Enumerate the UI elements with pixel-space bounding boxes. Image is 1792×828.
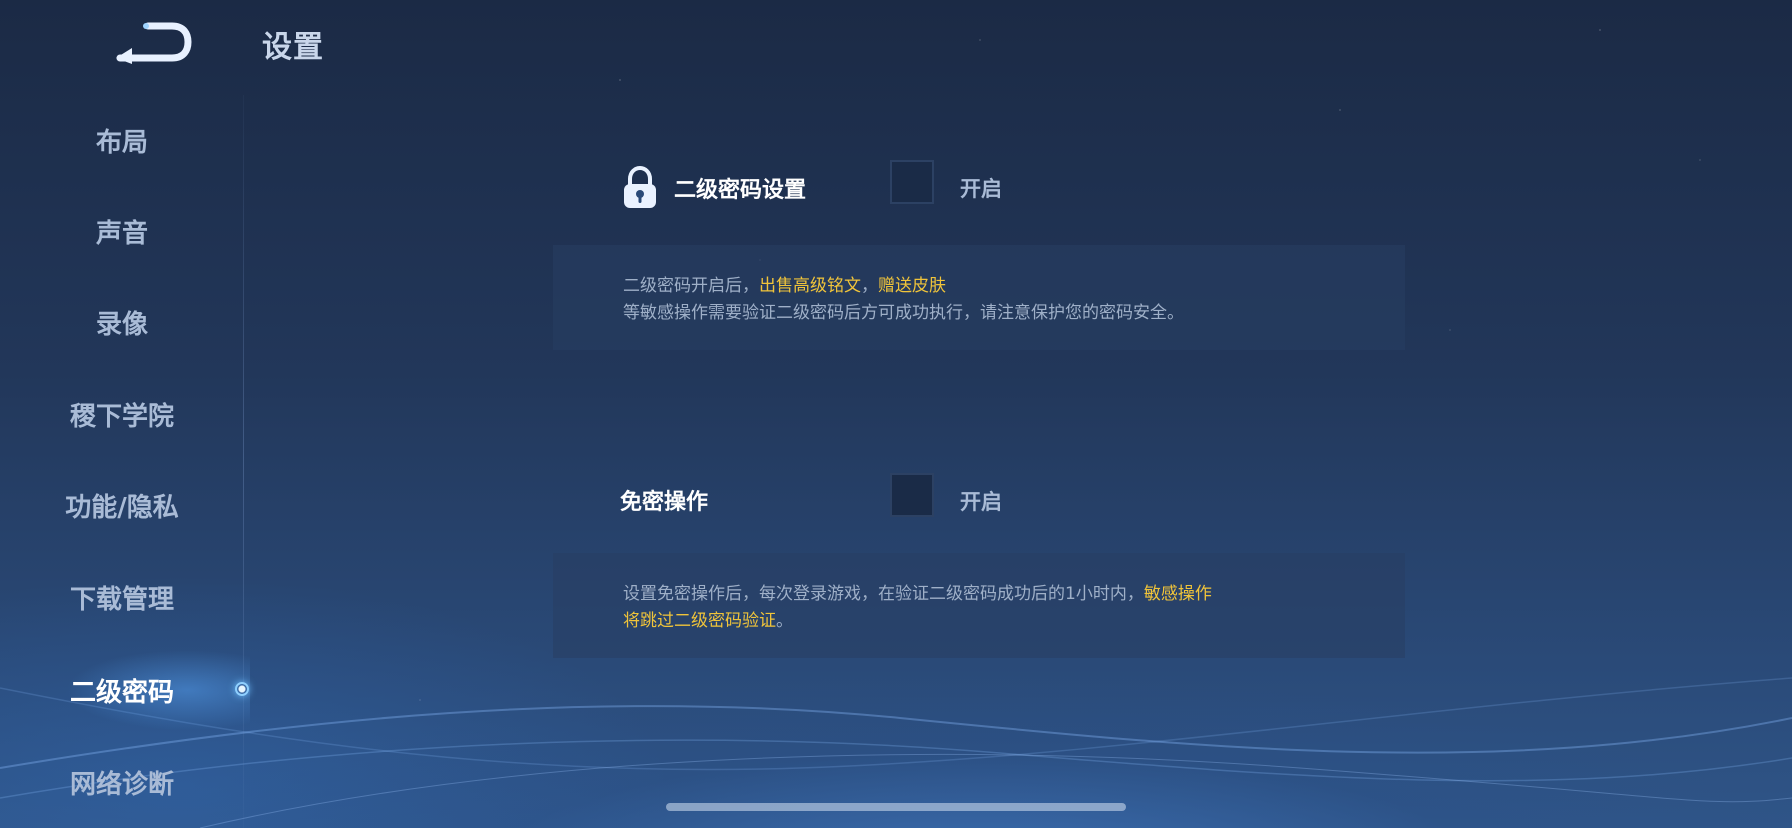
home-indicator[interactable] bbox=[666, 803, 1126, 811]
back-arrow-icon bbox=[116, 22, 192, 64]
sidebar-item-privacy[interactable]: 功能/隐私 bbox=[0, 473, 244, 537]
back-button[interactable] bbox=[112, 18, 192, 66]
sidebar-item-label: 功能/隐私 bbox=[65, 492, 179, 523]
sidebar-item-label: 下载管理 bbox=[69, 584, 174, 615]
sidebar-item-label: 二级密码 bbox=[69, 677, 174, 708]
sidebar-item-downloads[interactable]: 下载管理 bbox=[0, 565, 244, 629]
sidebar-item-secondary-password[interactable]: 二级密码 bbox=[0, 658, 244, 722]
password-free-description: 设置免密操作后，每次登录游戏，在验证二级密码成功后的1小时内，敏感操作 将跳过二… bbox=[553, 553, 1405, 658]
sidebar-item-label: 稷下学院 bbox=[69, 401, 174, 432]
sidebar-item-sound[interactable]: 声音 bbox=[0, 199, 244, 263]
highlight-text: 敏感操作 bbox=[1143, 584, 1212, 604]
highlight-text: 出售高级铭文 bbox=[759, 276, 861, 296]
password-free-toggle-label[interactable]: 开启 bbox=[960, 486, 1002, 516]
secondary-password-toggle-label[interactable]: 开启 bbox=[960, 173, 1002, 203]
page-title: 设置 bbox=[262, 30, 324, 65]
sidebar-item-label: 布局 bbox=[95, 127, 148, 158]
sidebar-item-network[interactable]: 网络诊断 bbox=[0, 750, 244, 814]
description-text: ， bbox=[861, 276, 878, 296]
active-indicator-dot bbox=[235, 682, 249, 696]
description-text: 。 bbox=[776, 611, 793, 631]
sidebar-item-academy[interactable]: 稷下学院 bbox=[0, 382, 244, 446]
secondary-password-row: 二级密码设置 bbox=[620, 164, 806, 212]
highlight-text: 将跳过二级密码验证 bbox=[623, 611, 776, 631]
description-line: 二级密码开启后，出售高级铭文，赠送皮肤 bbox=[623, 273, 1335, 300]
description-line: 设置免密操作后，每次登录游戏，在验证二级密码成功后的1小时内，敏感操作 bbox=[623, 581, 1335, 608]
description-line: 等敏感操作需要验证二级密码后方可成功执行，请注意保护您的密码安全。 bbox=[623, 303, 1184, 323]
secondary-password-description: 二级密码开启后，出售高级铭文，赠送皮肤 等敏感操作需要验证二级密码后方可成功执行… bbox=[553, 245, 1405, 350]
secondary-password-label: 二级密码设置 bbox=[674, 178, 807, 203]
password-free-checkbox[interactable] bbox=[890, 473, 934, 517]
lock-icon bbox=[620, 165, 660, 210]
starfield-background bbox=[0, 0, 1792, 828]
secondary-password-checkbox[interactable] bbox=[890, 160, 934, 204]
password-free-label: 免密操作 bbox=[620, 490, 709, 515]
sidebar-item-replay[interactable]: 录像 bbox=[0, 290, 244, 354]
sidebar-item-label: 录像 bbox=[95, 309, 148, 340]
highlight-text: 赠送皮肤 bbox=[878, 276, 946, 296]
description-line: 将跳过二级密码验证。 bbox=[623, 608, 1335, 635]
password-free-row: 免密操作 bbox=[620, 476, 708, 524]
description-text: 设置免密操作后，每次登录游戏，在验证二级密码成功后的1小时内， bbox=[623, 584, 1144, 604]
sidebar-item-label: 网络诊断 bbox=[69, 769, 174, 800]
description-text: 二级密码开启后， bbox=[623, 276, 759, 296]
sidebar-item-label: 声音 bbox=[95, 218, 148, 249]
sidebar-item-layout[interactable]: 布局 bbox=[0, 108, 244, 172]
